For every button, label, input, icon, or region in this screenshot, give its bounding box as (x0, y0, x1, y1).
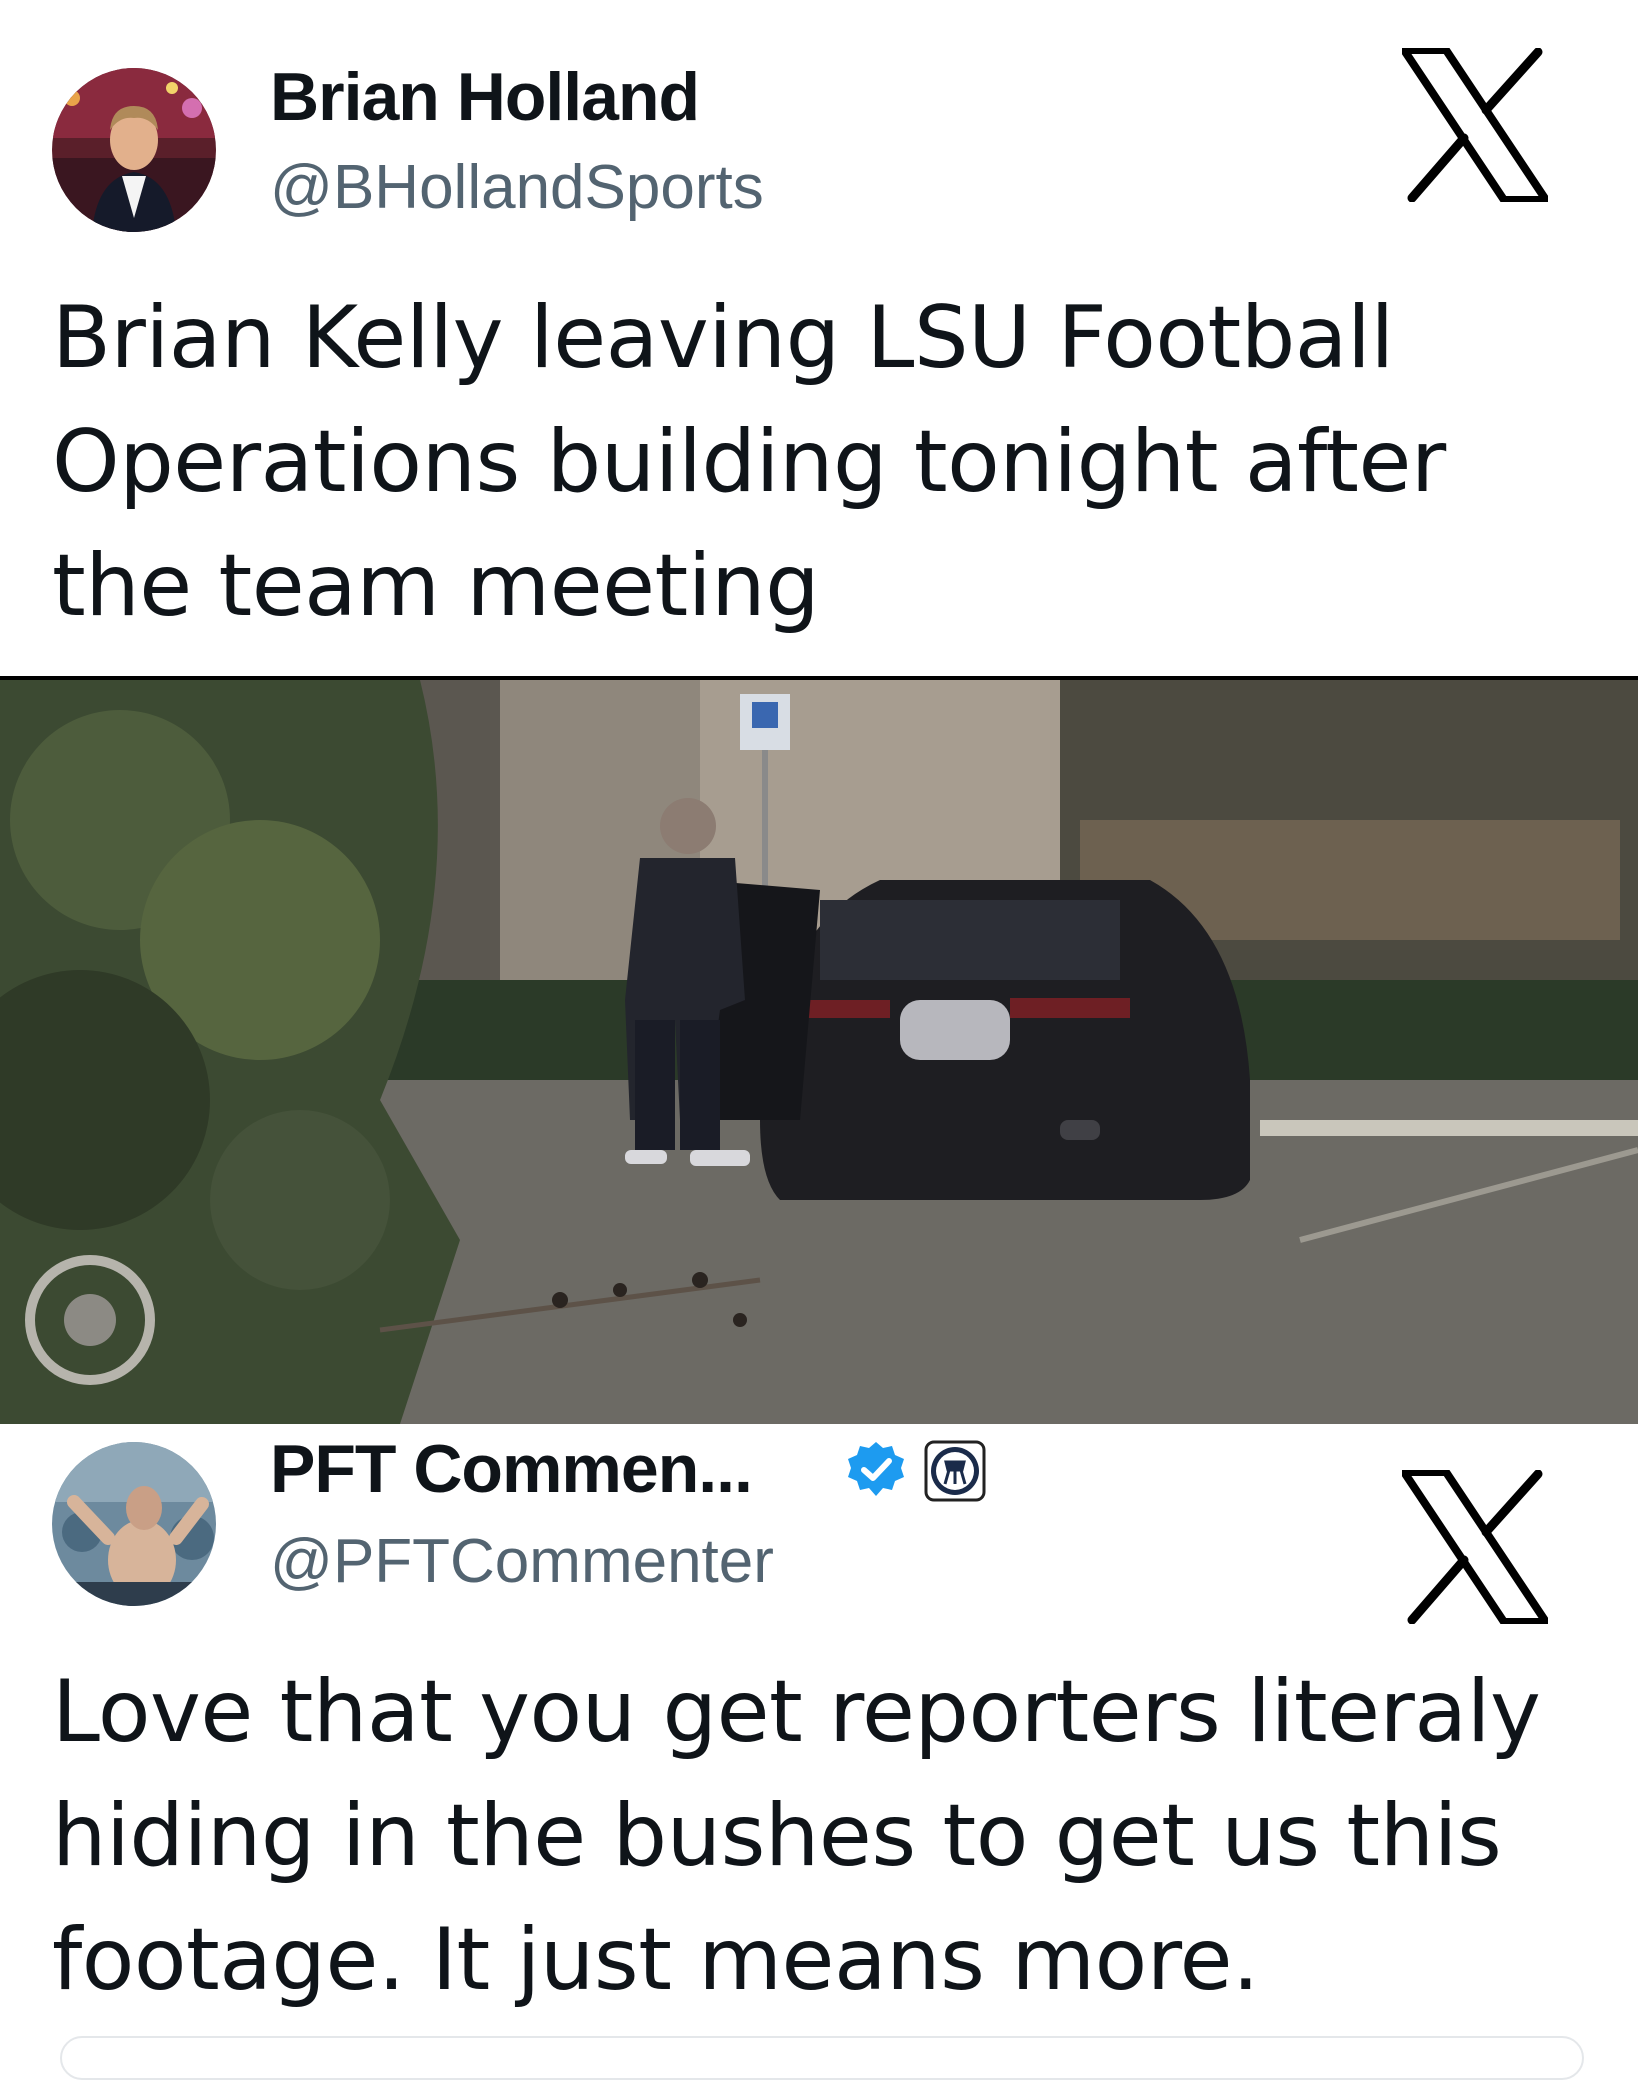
parking-lot-footage (0, 680, 1638, 1424)
tweet-text-line: Brian Kelly leaving LSU Football (52, 288, 1394, 388)
tweet-text: Love that you get reporters literaly hid… (52, 1650, 1592, 2022)
avatar[interactable] (52, 1442, 216, 1606)
barstool-affiliate-icon[interactable] (924, 1440, 986, 1502)
x-logo-icon (1402, 1470, 1548, 1624)
tweet-text-line: hiding in the bushes to get us this (52, 1786, 1502, 1886)
tweet-text-line: footage. It just means more. (52, 1910, 1259, 2010)
tweet-text-line: Love that you get reporters literaly (52, 1662, 1541, 1762)
quoted-card-edge (60, 2036, 1584, 2080)
tweet-card-brian-holland: Brian Holland @BHollandSports Brian Kell… (0, 0, 1638, 676)
tweet-text: Brian Kelly leaving LSU Football Operati… (52, 276, 1592, 648)
avatar[interactable] (52, 68, 216, 232)
avatar-image (52, 1442, 216, 1606)
verified-badge-icon (848, 1442, 904, 1496)
display-name[interactable]: PFT Commen... (270, 1430, 753, 1508)
tweet-video-still[interactable] (0, 676, 1638, 1424)
tweet-text-line: Operations building tonight after (52, 412, 1446, 512)
user-handle[interactable]: @BHollandSports (270, 152, 764, 223)
tweet-text-line: the team meeting (52, 536, 820, 636)
display-name[interactable]: Brian Holland (270, 58, 700, 136)
avatar-image (52, 68, 216, 232)
x-logo-icon (1402, 48, 1548, 202)
user-handle[interactable]: @PFTCommenter (270, 1526, 774, 1597)
tweet-card-pft-commenter: PFT Commen... @PFTCommenter Love that yo… (0, 1420, 1638, 2048)
